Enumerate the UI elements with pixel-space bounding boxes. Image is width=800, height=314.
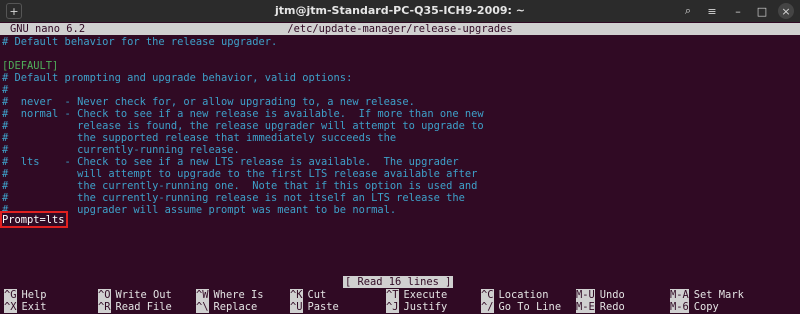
shortcut-help[interactable]: ^G Help bbox=[4, 289, 47, 301]
shortcut-go-to-line[interactable]: ^/ Go To Line bbox=[481, 301, 561, 313]
shortcut-justify[interactable]: ^J Justify bbox=[386, 301, 447, 313]
file-line: # will attempt to upgrade to the first L… bbox=[2, 168, 478, 180]
shortcut-paste[interactable]: ^U Paste bbox=[290, 301, 339, 313]
file-line: # Default behavior for the release upgra… bbox=[2, 36, 278, 48]
file-line: # release is found, the release upgrader… bbox=[2, 120, 484, 132]
file-line: # bbox=[2, 84, 9, 96]
shortcut-key: ^/ bbox=[481, 301, 494, 313]
shortcut-read-file[interactable]: ^R Read File bbox=[98, 301, 172, 313]
file-line: # the supported release that immediately… bbox=[2, 132, 397, 144]
window-titlebar: + jtm@jtm-Standard-PC-Q35-ICH9-2009: ~ ⌕… bbox=[0, 0, 800, 22]
shortcut-key: ^G bbox=[4, 289, 17, 301]
shortcut-key: M-6 bbox=[670, 301, 689, 313]
minimize-icon[interactable]: – bbox=[730, 3, 746, 19]
shortcut-label: Justify bbox=[403, 301, 448, 313]
maximize-icon[interactable]: □ bbox=[754, 3, 770, 19]
shortcut-copy[interactable]: M-6 Copy bbox=[670, 301, 719, 313]
shortcut-label: Go To Line bbox=[498, 301, 562, 313]
file-line: # the currently-running release is not i… bbox=[2, 192, 465, 204]
file-line: # the currently-running one. Note that i… bbox=[2, 180, 478, 192]
file-path: /etc/update-manager/release-upgrades bbox=[287, 23, 513, 35]
shortcut-undo[interactable]: M-U Undo bbox=[576, 289, 625, 301]
shortcut-label: Paste bbox=[307, 301, 339, 313]
shortcut-label: Read File bbox=[115, 301, 172, 313]
shortcut-key: ^X bbox=[4, 301, 17, 313]
shortcut-row-1: ^G Help ^O Write Out ^W Where Is ^K Cut ^T Ex… bbox=[4, 289, 800, 301]
close-icon[interactable]: × bbox=[778, 3, 794, 19]
shortcut-redo[interactable]: M-E Redo bbox=[576, 301, 625, 313]
file-content[interactable]: # Default behavior for the release upgra… bbox=[2, 36, 484, 216]
file-line-section: [DEFAULT] bbox=[2, 60, 59, 72]
shortcut-key: ^J bbox=[386, 301, 399, 313]
shortcut-key: ^W bbox=[196, 289, 209, 301]
shortcut-key: M-U bbox=[576, 289, 595, 301]
shortcut-row-2: ^X Exit ^R Read File ^\ Replace ^U Paste ^J J… bbox=[4, 301, 800, 313]
shortcut-key: ^R bbox=[98, 301, 111, 313]
prompt-setting-line[interactable]: Prompt=lts bbox=[2, 214, 65, 226]
shortcut-key: M-A bbox=[670, 289, 689, 301]
shortcut-key: M-E bbox=[576, 301, 595, 313]
nano-header-bar: GNU nano 6.2 /etc/update-manager/release… bbox=[0, 23, 800, 35]
shortcut-label: Set Mark bbox=[693, 289, 744, 301]
shortcut-key: ^T bbox=[386, 289, 399, 301]
shortcut-cut[interactable]: ^K Cut bbox=[290, 289, 326, 301]
shortcut-key: ^C bbox=[481, 289, 494, 301]
shortcut-exit[interactable]: ^X Exit bbox=[4, 301, 47, 313]
shortcut-label: Replace bbox=[213, 301, 258, 313]
shortcut-set-mark[interactable]: M-A Set Mark bbox=[670, 289, 744, 301]
shortcut-key: ^U bbox=[290, 301, 303, 313]
shortcut-label: Exit bbox=[21, 301, 47, 313]
shortcut-label: Redo bbox=[599, 301, 625, 313]
shortcut-where-is[interactable]: ^W Where Is bbox=[196, 289, 264, 301]
file-line: # Default prompting and upgrade behavior… bbox=[2, 72, 353, 84]
file-line: # lts - Check to see if a new LTS releas… bbox=[2, 156, 459, 168]
shortcut-replace[interactable]: ^\ Replace bbox=[196, 301, 257, 313]
shortcut-label: Location bbox=[498, 289, 549, 301]
shortcut-key: ^\ bbox=[196, 301, 209, 313]
shortcut-location[interactable]: ^C Location bbox=[481, 289, 549, 301]
shortcut-label: Help bbox=[21, 289, 47, 301]
file-line: # upgrader will assume prompt was meant … bbox=[2, 204, 397, 216]
shortcut-help-bar: ^G Help ^O Write Out ^W Where Is ^K Cut ^T Ex… bbox=[4, 289, 800, 313]
shortcut-label: Undo bbox=[599, 289, 625, 301]
file-line bbox=[2, 48, 484, 60]
shortcut-label: Where Is bbox=[213, 289, 264, 301]
file-line: # currently-running release. bbox=[2, 144, 240, 156]
shortcut-execute[interactable]: ^T Execute bbox=[386, 289, 447, 301]
shortcut-label: Cut bbox=[307, 289, 327, 301]
shortcut-key: ^K bbox=[290, 289, 303, 301]
terminal-area[interactable]: GNU nano 6.2 /etc/update-manager/release… bbox=[0, 22, 800, 314]
file-line: # never - Never check for, or allow upgr… bbox=[2, 96, 415, 108]
hamburger-menu-icon[interactable]: ≡ bbox=[704, 3, 720, 19]
shortcut-label: Copy bbox=[693, 301, 719, 313]
search-icon[interactable]: ⌕ bbox=[680, 3, 696, 19]
shortcut-write-out[interactable]: ^O Write Out bbox=[98, 289, 172, 301]
shortcut-label: Write Out bbox=[115, 289, 172, 301]
status-message: [ Read 16 lines ] bbox=[343, 276, 454, 288]
file-line: # normal - Check to see if a new release… bbox=[2, 108, 484, 120]
shortcut-label: Execute bbox=[403, 289, 448, 301]
shortcut-key: ^O bbox=[98, 289, 111, 301]
